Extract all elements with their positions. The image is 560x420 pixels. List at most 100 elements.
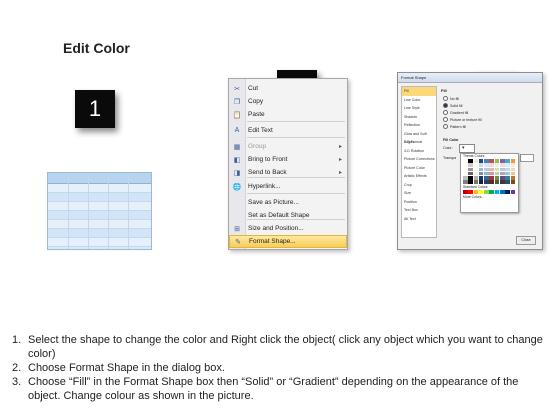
sidebar-item-alt-text[interactable]: Alt Text (402, 215, 436, 224)
color-swatch[interactable] (468, 180, 473, 184)
color-swatch[interactable] (505, 180, 510, 184)
color-swatch[interactable] (494, 176, 500, 180)
close-button[interactable]: Close (516, 236, 536, 245)
color-swatch[interactable] (478, 167, 484, 172)
color-swatch[interactable] (499, 190, 505, 194)
color-swatch[interactable] (499, 180, 505, 184)
color-swatch[interactable] (510, 176, 516, 180)
table-shape[interactable] (47, 172, 152, 250)
fill-option-no-fill[interactable]: No fill (443, 96, 459, 101)
color-swatch[interactable] (505, 176, 510, 180)
color-swatch[interactable] (463, 190, 468, 194)
menu-item-paste[interactable]: 📋 Paste (229, 108, 347, 121)
color-swatch[interactable] (484, 159, 489, 163)
color-swatch[interactable] (473, 167, 479, 172)
color-swatch[interactable] (499, 163, 505, 167)
sidebar-item-line-style[interactable]: Line Style (402, 104, 436, 113)
color-swatch[interactable] (463, 176, 468, 180)
sidebar-item-picture-corrections[interactable]: Picture Corrections (402, 155, 436, 164)
color-swatch[interactable] (478, 190, 484, 194)
transparency-spinner[interactable] (520, 154, 534, 162)
sidebar-item-fill[interactable]: Fill (402, 87, 436, 96)
sidebar-item-artistic-effects[interactable]: Artistic Effects (402, 172, 436, 181)
menu-item-group[interactable]: ▦ Group ▸ (229, 140, 347, 153)
color-swatch[interactable] (468, 163, 473, 167)
color-swatch[interactable] (478, 176, 484, 180)
color-swatch[interactable] (489, 159, 494, 163)
color-swatch[interactable] (468, 176, 473, 180)
color-swatch[interactable] (484, 190, 489, 194)
color-swatch[interactable] (468, 190, 473, 194)
color-swatch[interactable] (473, 163, 479, 167)
sidebar-item-reflection[interactable]: Reflection (402, 121, 436, 130)
color-swatch[interactable] (499, 176, 505, 180)
color-swatch[interactable] (473, 180, 479, 184)
menu-item-format-shape[interactable]: ✎ Format Shape... (229, 235, 347, 248)
sidebar-item-picture-color[interactable]: Picture Color (402, 164, 436, 173)
color-swatch[interactable] (489, 171, 494, 176)
color-swatch[interactable] (463, 159, 468, 163)
color-swatch[interactable] (484, 180, 489, 184)
color-swatch[interactable] (510, 159, 516, 163)
color-swatch[interactable] (489, 163, 494, 167)
sidebar-item-3-d-rotation[interactable]: 3-D Rotation (402, 147, 436, 156)
menu-item-cut[interactable]: ✂ Cut (229, 82, 347, 95)
color-swatch[interactable] (478, 159, 484, 163)
sidebar-item-size[interactable]: Size (402, 189, 436, 198)
fill-option-pattern-fill[interactable]: Pattern fill (443, 124, 466, 129)
color-swatch[interactable] (510, 167, 516, 172)
color-swatch[interactable] (505, 171, 510, 176)
color-swatch[interactable] (489, 190, 494, 194)
menu-item-set-as-default-shape[interactable]: Set as Default Shape (229, 209, 347, 222)
color-swatch[interactable] (463, 163, 468, 167)
color-swatch[interactable] (468, 167, 473, 172)
color-swatch[interactable] (494, 159, 500, 163)
color-swatch[interactable] (510, 180, 516, 184)
color-swatch[interactable] (473, 176, 479, 180)
menu-item-bring-to-front[interactable]: ◧ Bring to Front ▸ (229, 153, 347, 166)
color-swatch[interactable] (494, 171, 500, 176)
color-swatch[interactable] (489, 180, 494, 184)
color-swatch[interactable] (489, 167, 494, 172)
sidebar-item-3-d-format[interactable]: 3-D Format (402, 138, 436, 147)
color-swatch[interactable] (468, 159, 473, 163)
color-swatch[interactable] (510, 190, 516, 194)
sidebar-item-shadow[interactable]: Shadow (402, 113, 436, 122)
color-swatch[interactable] (463, 167, 468, 172)
color-swatch[interactable] (473, 190, 479, 194)
color-swatch[interactable] (484, 167, 489, 172)
sidebar-item-position[interactable]: Position (402, 198, 436, 207)
sidebar-item-glow-and-soft-edges[interactable]: Glow and Soft Edges (402, 130, 436, 145)
color-swatch[interactable] (463, 171, 468, 176)
fill-option-gradient-fill[interactable]: Gradient fill (443, 110, 468, 115)
color-swatch[interactable] (499, 171, 505, 176)
fill-option-solid-fill[interactable]: Solid fill (443, 103, 462, 108)
color-swatch[interactable] (484, 171, 489, 176)
fill-option-picture-or-texture-fill[interactable]: Picture or texture fill (443, 117, 482, 122)
color-swatch[interactable] (499, 159, 505, 163)
color-swatch[interactable] (463, 180, 468, 184)
color-swatch[interactable] (494, 163, 500, 167)
menu-item-hyperlink[interactable]: 🌐 Hyperlink... (229, 180, 347, 193)
color-swatch[interactable] (478, 163, 484, 167)
sidebar-item-crop[interactable]: Crop (402, 181, 436, 190)
more-colors-option[interactable]: More Colors... (461, 195, 518, 200)
color-picker-button[interactable]: ▾ (459, 144, 475, 153)
menu-item-copy[interactable]: ❐ Copy (229, 95, 347, 108)
color-swatch[interactable] (489, 176, 494, 180)
color-swatch[interactable] (494, 180, 500, 184)
color-swatch[interactable] (505, 163, 510, 167)
color-swatch[interactable] (505, 167, 510, 172)
sidebar-item-line-color[interactable]: Line Color (402, 96, 436, 105)
color-swatch[interactable] (484, 176, 489, 180)
color-swatch[interactable] (494, 190, 500, 194)
menu-item-edit-text[interactable]: A Edit Text (229, 124, 347, 137)
color-swatch[interactable] (510, 171, 516, 176)
color-swatch[interactable] (505, 159, 510, 163)
color-swatch[interactable] (473, 159, 479, 163)
color-swatch[interactable] (478, 180, 484, 184)
sidebar-item-text-box[interactable]: Text Box (402, 206, 436, 215)
menu-item-send-to-back[interactable]: ◨ Send to Back ▸ (229, 166, 347, 179)
color-swatch[interactable] (505, 190, 510, 194)
color-swatch[interactable] (478, 171, 484, 176)
